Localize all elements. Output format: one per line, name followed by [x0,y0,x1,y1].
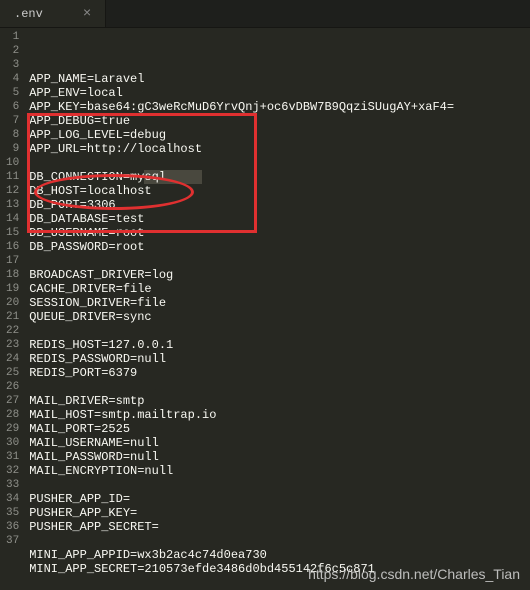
code-line[interactable]: APP_KEY=base64:gC3weRcMuD6YrvQnj+oc6vDBW… [29,100,530,114]
line-number-gutter: 1234567891011121314151617181920212223242… [0,28,29,568]
line-number: 28 [6,408,19,422]
code-line[interactable]: APP_LOG_LEVEL=debug [29,128,530,142]
line-number: 31 [6,450,19,464]
code-line[interactable]: REDIS_PORT=6379 [29,366,530,380]
code-line[interactable] [29,324,530,338]
line-number: 26 [6,380,19,394]
line-number: 16 [6,240,19,254]
code-line[interactable]: QUEUE_DRIVER=sync [29,310,530,324]
line-number: 33 [6,478,19,492]
code-line[interactable] [29,156,530,170]
line-number: 7 [6,114,19,128]
code-line[interactable] [29,478,530,492]
code-line[interactable]: CACHE_DRIVER=file [29,282,530,296]
code-line[interactable]: REDIS_PASSWORD=null [29,352,530,366]
line-number: 3 [6,58,19,72]
line-number: 34 [6,492,19,506]
code-line[interactable]: APP_ENV=local [29,86,530,100]
code-line[interactable]: MAIL_PASSWORD=null [29,450,530,464]
line-number: 6 [6,100,19,114]
code-line[interactable]: DB_CONNECTION=mysql [29,170,530,184]
close-icon[interactable]: × [83,6,91,22]
editor-area[interactable]: 1234567891011121314151617181920212223242… [0,28,530,568]
line-number: 9 [6,142,19,156]
code-line[interactable]: DB_PASSWORD=root [29,240,530,254]
line-number: 30 [6,436,19,450]
code-line[interactable]: PUSHER_APP_SECRET= [29,520,530,534]
line-number: 32 [6,464,19,478]
code-line[interactable]: APP_DEBUG=true [29,114,530,128]
tab-title: .env [14,7,43,21]
code-line[interactable]: REDIS_HOST=127.0.0.1 [29,338,530,352]
line-number: 19 [6,282,19,296]
line-number: 23 [6,338,19,352]
line-number: 35 [6,506,19,520]
tab-bar: .env × [0,0,530,28]
line-number: 13 [6,198,19,212]
line-number: 2 [6,44,19,58]
line-number: 12 [6,184,19,198]
line-number: 8 [6,128,19,142]
code-line[interactable]: MAIL_USERNAME=null [29,436,530,450]
code-line[interactable]: MAIL_ENCRYPTION=null [29,464,530,478]
line-number: 25 [6,366,19,380]
line-number: 17 [6,254,19,268]
code-line[interactable]: BROADCAST_DRIVER=log [29,268,530,282]
line-number: 36 [6,520,19,534]
line-number: 24 [6,352,19,366]
code-line[interactable]: DB_DATABASE=test [29,212,530,226]
line-number: 20 [6,296,19,310]
line-number: 21 [6,310,19,324]
line-number: 11 [6,170,19,184]
code-line[interactable]: MINI_APP_APPID=wx3b2ac4c74d0ea730 [29,548,530,562]
line-number: 1 [6,30,19,44]
line-number: 10 [6,156,19,170]
line-number: 4 [6,72,19,86]
code-line[interactable]: PUSHER_APP_KEY= [29,506,530,520]
code-content[interactable]: APP_NAME=LaravelAPP_ENV=localAPP_KEY=bas… [29,28,530,568]
line-number: 14 [6,212,19,226]
line-number: 18 [6,268,19,282]
line-number: 15 [6,226,19,240]
code-line[interactable]: SESSION_DRIVER=file [29,296,530,310]
code-line[interactable]: DB_HOST=localhost [29,184,530,198]
code-line[interactable]: APP_URL=http://localhost [29,142,530,156]
line-number: 37 [6,534,19,548]
code-line[interactable]: MAIL_DRIVER=smtp [29,394,530,408]
line-number: 22 [6,324,19,338]
code-line[interactable]: DB_PORT=3306 [29,198,530,212]
code-line[interactable]: MAIL_HOST=smtp.mailtrap.io [29,408,530,422]
code-line[interactable] [29,534,530,548]
code-line[interactable] [29,254,530,268]
line-number: 29 [6,422,19,436]
tab-env[interactable]: .env × [0,0,106,27]
watermark: https://blog.csdn.net/Charles_Tian [308,566,520,582]
code-line[interactable]: PUSHER_APP_ID= [29,492,530,506]
code-line[interactable]: DB_USERNAME=root [29,226,530,240]
code-line[interactable]: MAIL_PORT=2525 [29,422,530,436]
line-number: 5 [6,86,19,100]
code-line[interactable] [29,380,530,394]
line-number: 27 [6,394,19,408]
code-line[interactable]: APP_NAME=Laravel [29,72,530,86]
